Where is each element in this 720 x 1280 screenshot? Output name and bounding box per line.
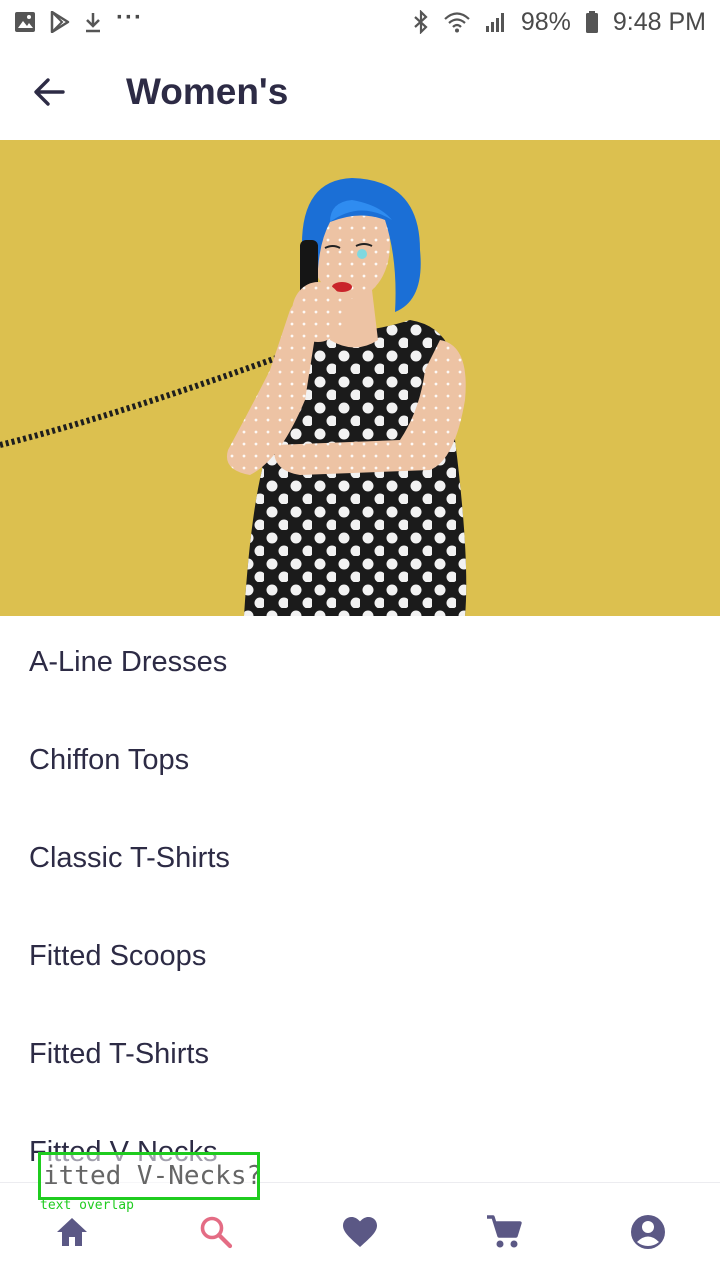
wifi-icon <box>443 8 471 36</box>
status-bar: ··· 98% 9:48 PM <box>0 0 720 44</box>
overlap-text: itted V-Necks? <box>43 1161 260 1191</box>
heart-icon <box>343 1216 377 1247</box>
category-label: Fitted Scoops <box>29 939 207 972</box>
category-item-classic-t-shirts[interactable]: Classic T-Shirts <box>0 812 720 910</box>
category-label: Fitted T-Shirts <box>29 1037 209 1070</box>
category-list: A-Line Dresses Chiffon Tops Classic T-Sh… <box>0 616 720 1204</box>
nav-account-button[interactable] <box>598 1183 698 1280</box>
category-label: A-Line Dresses <box>29 645 228 678</box>
back-button[interactable] <box>0 44 98 140</box>
hero-illustration <box>0 140 720 616</box>
nav-cart-button[interactable] <box>454 1183 554 1280</box>
overlap-label: text overlap <box>40 1198 134 1213</box>
cart-icon <box>487 1214 522 1247</box>
home-icon <box>57 1217 87 1246</box>
category-item-chiffon-tops[interactable]: Chiffon Tops <box>0 714 720 812</box>
category-item-fitted-scoops[interactable]: Fitted Scoops <box>0 910 720 1008</box>
more-icon: ··· <box>116 4 143 31</box>
play-store-icon <box>50 8 70 36</box>
nav-favorites-button[interactable] <box>310 1183 410 1280</box>
status-left: ··· <box>14 4 143 36</box>
category-label: Chiffon Tops <box>29 743 190 776</box>
image-icon <box>14 8 36 36</box>
text-overlap-box: itted V-Necks? <box>38 1152 260 1200</box>
bluetooth-icon <box>413 8 429 36</box>
category-item-a-line-dresses[interactable]: A-Line Dresses <box>0 616 720 714</box>
hero-image <box>0 140 720 616</box>
arrow-left-icon <box>34 78 65 106</box>
app-bar: Women's <box>0 44 720 140</box>
download-icon <box>84 8 102 36</box>
account-icon <box>631 1214 665 1249</box>
search-icon <box>200 1216 233 1248</box>
clock: 9:48 PM <box>612 7 706 36</box>
signal-icon <box>485 8 507 36</box>
category-label: Classic T-Shirts <box>29 841 230 874</box>
category-item-fitted-t-shirts[interactable]: Fitted T-Shirts <box>0 1008 720 1106</box>
battery-percent: 98% <box>520 7 571 36</box>
page-title: Women's <box>126 71 289 112</box>
status-right: 98% 9:48 PM <box>413 8 706 37</box>
battery-icon <box>585 8 599 36</box>
